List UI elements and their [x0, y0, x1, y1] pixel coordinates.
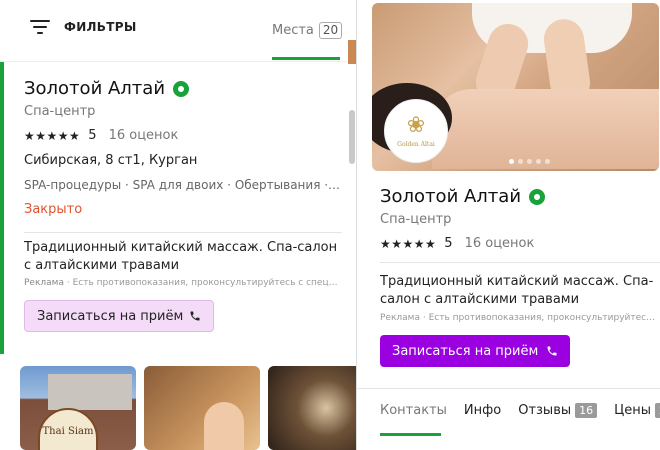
- ad-disclaimer: Реклама · Есть противопоказания, проконс…: [24, 278, 342, 288]
- filter-icon: [30, 20, 50, 34]
- tab-places-label: Места: [272, 22, 314, 38]
- ad-disclaimer-text: Есть противопоказания, проконсультируйте…: [72, 278, 342, 288]
- active-tab-indicator: [272, 57, 340, 60]
- place-category[interactable]: Спа-центр: [380, 212, 451, 227]
- filters-button[interactable]: ФИЛЬТРЫ: [30, 20, 137, 34]
- place-title: Золотой Алтай: [380, 186, 522, 207]
- phone-icon: [547, 346, 557, 356]
- place-rating: ★★★★★ 5 16 оценок: [380, 236, 534, 251]
- result-address: Сибирская, 8 ст1, Курган: [24, 153, 198, 168]
- places-count-badge: 20: [318, 21, 343, 39]
- divider: [24, 232, 342, 233]
- photo-thumbnail[interactable]: Thai Siam: [20, 366, 136, 450]
- active-tab-indicator: [380, 433, 441, 436]
- lotus-icon: ❀: [406, 112, 426, 138]
- result-tags: SPA-процедуры · SPA для двоих · Обертыва…: [24, 178, 342, 192]
- result-title-row: Золотой Алтай: [24, 78, 190, 99]
- prices-count-badge: 22: [655, 403, 660, 418]
- tab-label: Цены: [614, 403, 651, 418]
- results-panel: ФИЛЬТРЫ Места 20 Золотой Алтай Спа-центр…: [0, 0, 357, 450]
- status-badge: Закрыто: [24, 202, 83, 217]
- ad-label: Реклама: [380, 313, 420, 323]
- reviews-count[interactable]: 16 оценок: [109, 128, 179, 143]
- reviews-count[interactable]: 16 оценок: [465, 236, 535, 251]
- tab-label: Отзывы: [518, 403, 572, 418]
- rating-value: 5: [88, 128, 97, 143]
- book-appointment-button[interactable]: Записаться на приём: [24, 300, 215, 332]
- tab-label: Контакты: [380, 403, 447, 418]
- book-button-label: Записаться на приём: [37, 308, 184, 324]
- star-rating-icon: ★★★★★: [24, 128, 81, 143]
- result-rating: ★★★★★ 5 16 оценок: [24, 128, 178, 143]
- tab-info[interactable]: Инфо: [464, 403, 501, 418]
- star-rating-icon: ★★★★★: [380, 236, 437, 251]
- scrollbar[interactable]: [349, 110, 355, 164]
- tab-prices[interactable]: Цены 22: [614, 403, 660, 418]
- place-detail-panel: ❀ Golden Altai Золотой Алтай Спа-центр ★…: [357, 0, 660, 450]
- divider: [380, 262, 660, 263]
- tab-places[interactable]: Места 20: [272, 20, 343, 40]
- logo-text: Golden Altai: [397, 140, 435, 148]
- ad-label: Реклама: [24, 278, 64, 288]
- filters-label: ФИЛЬТРЫ: [64, 20, 137, 34]
- tab-contacts[interactable]: Контакты: [380, 403, 447, 418]
- rating-value: 5: [444, 236, 453, 251]
- next-card-photos: Thai Siam: [20, 366, 356, 450]
- detail-tabs: Контакты Инфо Отзывы16 Цены 22: [380, 403, 660, 418]
- tab-label: Инфо: [463, 403, 502, 418]
- divider: [357, 388, 660, 389]
- reviews-count-badge: 16: [575, 403, 598, 418]
- result-card[interactable]: Золотой Алтай Спа-центр ★★★★★ 5 16 оцено…: [0, 62, 348, 354]
- book-button-label: Записаться на приём: [392, 343, 539, 359]
- carousel-dots[interactable]: [509, 159, 550, 164]
- photo-thumbnail[interactable]: [144, 366, 260, 450]
- detail-title-row: Золотой Алтай: [380, 186, 546, 207]
- verified-icon: [173, 80, 190, 97]
- place-photo-carousel[interactable]: ❀ Golden Altai: [372, 3, 659, 171]
- photo-thumbnail[interactable]: [268, 366, 356, 450]
- ad-text[interactable]: Традиционный китайский массаж. Спа-салон…: [24, 239, 342, 275]
- book-appointment-button[interactable]: Записаться на приём: [380, 335, 571, 367]
- result-category: Спа-центр: [24, 104, 96, 119]
- ad-disclaimer-text: Есть противопоказания, проконсультируйте…: [428, 313, 660, 323]
- verified-icon: [529, 188, 546, 205]
- tab-reviews[interactable]: Отзывы 16: [518, 403, 598, 418]
- phone-icon: [190, 311, 200, 321]
- result-title[interactable]: Золотой Алтай: [24, 78, 165, 99]
- ad-disclaimer: Реклама · Есть противопоказания, проконс…: [380, 313, 660, 323]
- results-toolbar: ФИЛЬТРЫ Места 20: [0, 0, 348, 62]
- ad-text[interactable]: Традиционный китайский массаж. Спа-салон…: [380, 273, 660, 309]
- app-root: ФИЛЬТРЫ Места 20 Золотой Алтай Спа-центр…: [0, 0, 660, 450]
- place-logo: ❀ Golden Altai: [384, 99, 448, 163]
- thai-siam-logo: Thai Siam: [38, 408, 98, 450]
